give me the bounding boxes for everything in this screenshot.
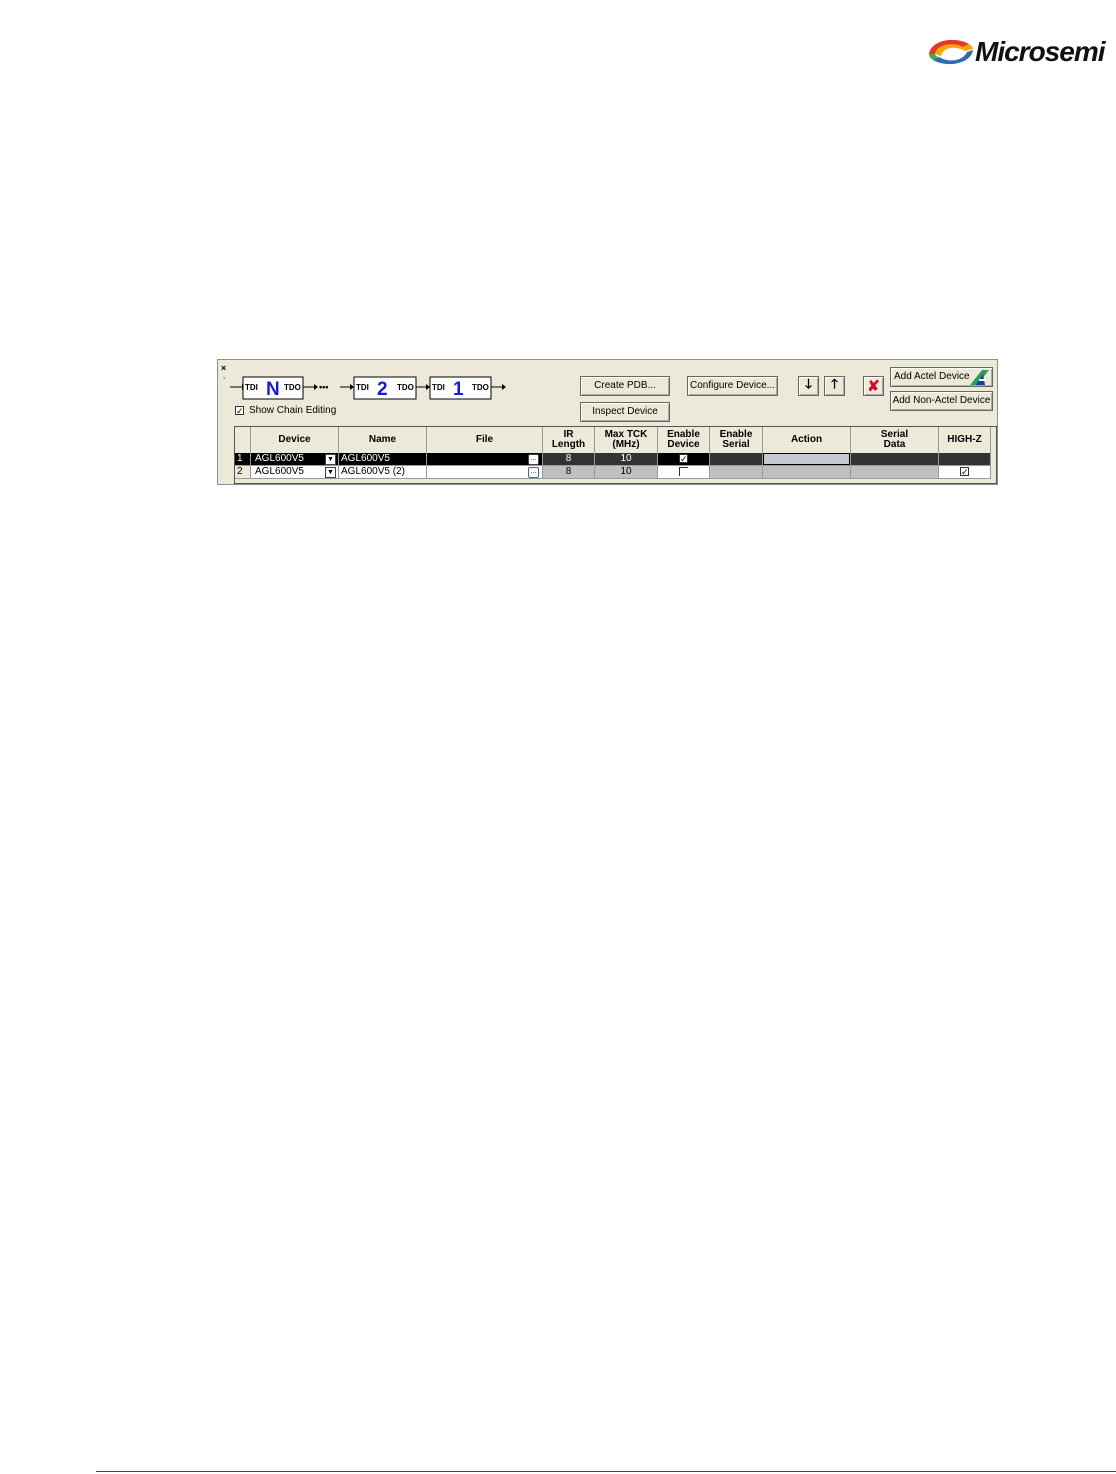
name-value[interactable]: AGL600V5 — [339, 453, 427, 466]
name-value[interactable]: AGL600V5 (2) — [339, 466, 427, 479]
arrow-up-icon: 🡑 — [831, 376, 838, 391]
pin-icon[interactable]: › — [223, 375, 225, 382]
enable-serial-cell — [710, 453, 763, 466]
tdi-label-2: TDI — [356, 383, 369, 392]
dropdown-arrow-icon[interactable]: ▼ — [325, 467, 336, 478]
file-cell[interactable]: … — [427, 453, 543, 466]
header-enable-device-line2: Device — [667, 439, 700, 450]
brand-name: Microsemi — [975, 36, 1105, 67]
device-2-label: 2 — [377, 379, 388, 400]
create-pdb-button[interactable]: Create PDB... — [580, 376, 670, 396]
ir-length-value: 8 — [543, 453, 595, 466]
max-tck-value[interactable]: 10 — [595, 453, 658, 466]
microsemi-logo: Microsemi — [925, 34, 1105, 70]
enable-device-checkbox[interactable] — [679, 467, 688, 476]
tdo-label-2: TDO — [397, 383, 414, 392]
header-ir-length-line2: Length — [551, 439, 586, 450]
header-device[interactable]: Device — [251, 427, 339, 453]
file-cell[interactable]: … — [427, 466, 543, 479]
row-header-corner — [235, 427, 251, 453]
show-chain-editing-checkbox[interactable]: ✓ — [235, 406, 244, 416]
enable-device-checkbox[interactable]: ✓ — [679, 454, 688, 464]
serial-data-cell — [851, 466, 939, 479]
add-actel-device-label: Add Actel Device — [894, 371, 970, 382]
header-serial-data[interactable]: Serial Data — [851, 427, 939, 453]
red-x-icon: ✘ — [867, 378, 880, 395]
header-high-z[interactable]: HIGH-Z — [939, 427, 991, 453]
header-enable-device[interactable]: Enable Device — [658, 427, 710, 453]
device-table: Device Name File IR Length Max TCK (MHz)… — [234, 426, 997, 484]
chain-ellipsis: ••• — [319, 382, 328, 392]
ir-length-value: 8 — [543, 466, 595, 479]
jtag-chain-diagram: TDI N TDO ••• TDI 2 TDO TDI 1 TDO — [230, 376, 506, 400]
device-cell[interactable]: AGL600V5 ▼ — [251, 453, 339, 466]
action-cell[interactable] — [763, 453, 851, 466]
header-ir-length[interactable]: IR Length — [543, 427, 595, 453]
high-z-cell[interactable]: ✓ — [939, 466, 991, 479]
header-enable-serial[interactable]: Enable Serial — [710, 427, 763, 453]
row-index[interactable]: 1 — [235, 453, 251, 466]
tdi-label-n: TDI — [245, 383, 258, 392]
tdi-label-1: TDI — [432, 383, 445, 392]
dropdown-arrow-icon[interactable]: ▼ — [325, 454, 336, 465]
arrow-down-icon: 🡓 — [805, 376, 812, 391]
enable-serial-cell — [710, 466, 763, 479]
header-max-tck[interactable]: Max TCK (MHz) — [595, 427, 658, 453]
header-serial-data-line2: Data — [883, 439, 906, 450]
action-cell[interactable] — [763, 466, 851, 479]
serial-data-cell — [851, 453, 939, 466]
header-name[interactable]: Name — [339, 427, 427, 453]
row-index[interactable]: 2 — [235, 466, 251, 479]
header-enable-serial-line2: Serial — [722, 439, 750, 450]
actel-logo-icon — [970, 370, 989, 385]
configure-device-button[interactable]: Configure Device... — [687, 376, 778, 396]
browse-file-icon[interactable]: … — [528, 454, 539, 465]
browse-file-icon[interactable]: … — [528, 467, 539, 478]
device-value: AGL600V5 — [255, 453, 304, 464]
high-z-checkbox[interactable]: ✓ — [960, 467, 969, 477]
move-down-button[interactable]: 🡓 — [798, 376, 819, 396]
chain-editor-panel: × › TDI N TDO ••• TDI 2 TDO TDI 1 TDO ✓ … — [217, 359, 998, 485]
add-non-actel-device-button[interactable]: Add Non-Actel Device — [890, 391, 993, 411]
header-file[interactable]: File — [427, 427, 543, 453]
device-cell[interactable]: AGL600V5 ▼ — [251, 466, 339, 479]
tdo-label-n: TDO — [284, 383, 301, 392]
device-1-label: 1 — [453, 379, 464, 400]
action-dropdown[interactable] — [764, 454, 849, 464]
high-z-cell[interactable] — [939, 453, 991, 466]
tdo-label-1: TDO — [472, 383, 489, 392]
enable-device-cell[interactable]: ✓ — [658, 453, 710, 466]
show-chain-editing-label: Show Chain Editing — [249, 405, 337, 416]
move-up-button[interactable]: 🡑 — [824, 376, 845, 396]
delete-device-button[interactable]: ✘ — [863, 376, 884, 396]
footer-rule — [96, 1471, 1116, 1472]
enable-device-cell[interactable] — [658, 466, 710, 479]
inspect-device-button[interactable]: Inspect Device — [580, 402, 670, 422]
header-action[interactable]: Action — [763, 427, 851, 453]
max-tck-value[interactable]: 10 — [595, 466, 658, 479]
add-actel-device-button[interactable]: Add Actel Device — [890, 367, 993, 387]
close-icon[interactable]: × — [221, 363, 226, 373]
device-value: AGL600V5 — [255, 466, 304, 477]
microsemi-swirl-icon — [929, 39, 973, 65]
header-max-tck-line2: (MHz) — [612, 439, 640, 450]
device-n-label: N — [266, 379, 280, 400]
